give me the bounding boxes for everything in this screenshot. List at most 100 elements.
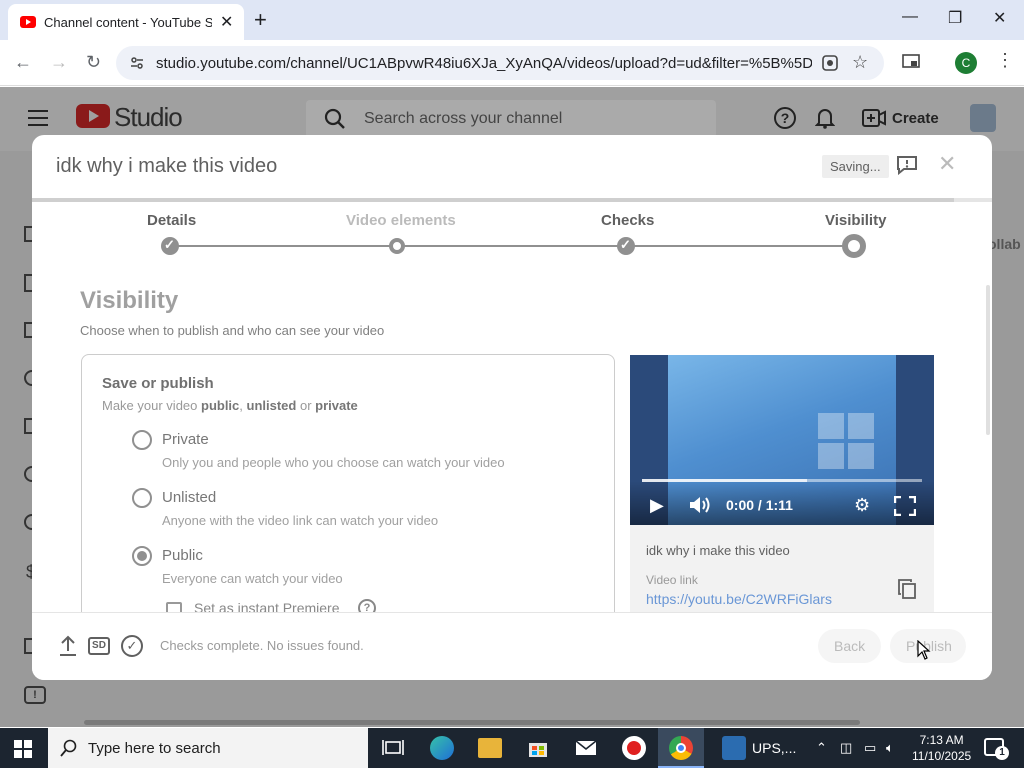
screen-recorder-icon[interactable] — [622, 736, 646, 760]
close-dialog-icon[interactable]: ✕ — [938, 151, 956, 177]
ups-app-icon[interactable] — [722, 736, 746, 760]
task-view-icon[interactable] — [381, 736, 405, 760]
ups-app-label[interactable]: UPS,... — [752, 740, 796, 756]
step-video-elements-dot[interactable] — [389, 238, 405, 254]
private-description: Only you and people who you choose can w… — [162, 455, 505, 470]
microsoft-store-icon[interactable] — [526, 736, 550, 760]
visibility-subtitle: Choose when to publish and who can see y… — [80, 323, 385, 338]
save-or-publish-card: Save or publish Make your video public, … — [81, 354, 615, 644]
step-checks-label[interactable]: Checks — [601, 212, 654, 229]
windows-start-icon[interactable] — [14, 740, 32, 758]
step-visibility-dot[interactable] — [842, 234, 866, 258]
public-label[interactable]: Public — [162, 547, 203, 564]
hamburger-menu-icon[interactable] — [28, 110, 48, 126]
mail-icon[interactable] — [574, 736, 598, 760]
forward-arrow-icon[interactable]: → — [50, 52, 68, 73]
player-time: 0:00 / 1:11 — [726, 497, 793, 513]
player-scrubber[interactable] — [642, 479, 922, 482]
back-arrow-icon[interactable]: ← — [14, 52, 32, 73]
reload-icon[interactable]: ↻ — [86, 52, 101, 73]
sd-quality-icon[interactable]: SD — [88, 637, 110, 655]
checks-status-text: Checks complete. No issues found. — [160, 638, 364, 653]
cast-icon[interactable] — [902, 54, 920, 70]
unlisted-description: Anyone with the video link can watch you… — [162, 513, 439, 528]
volume-icon[interactable] — [688, 495, 712, 515]
player-scrubber-played — [642, 479, 808, 482]
file-explorer-icon[interactable] — [478, 738, 502, 758]
channel-avatar[interactable] — [970, 104, 996, 132]
minimize-icon[interactable]: — — [902, 8, 918, 26]
upload-progress-fill — [32, 198, 954, 202]
url-text: studio.youtube.com/channel/UC1ABpvwR48iu… — [156, 55, 812, 72]
tray-overflow-icon[interactable]: ⌃ — [816, 740, 827, 756]
visibility-heading: Visibility — [80, 287, 179, 314]
youtube-logo-icon[interactable] — [76, 104, 110, 128]
save-or-publish-title: Save or publish — [102, 375, 214, 392]
unlisted-label[interactable]: Unlisted — [162, 489, 216, 506]
checks-complete-icon[interactable]: ✓ — [121, 635, 143, 657]
private-radio[interactable] — [132, 430, 152, 450]
public-description: Everyone can watch your video — [162, 571, 343, 586]
back-button[interactable]: Back — [818, 629, 882, 663]
notifications-bell-icon[interactable] — [815, 107, 835, 129]
edge-browser-icon[interactable] — [430, 736, 454, 760]
network-icon[interactable]: ▭ — [864, 740, 876, 756]
taskbar-search-placeholder: Type here to search — [88, 740, 221, 757]
play-icon[interactable]: ▶ — [650, 495, 664, 516]
browser-tab-bar: Channel content - YouTube Studio ✕ + — ❐… — [0, 0, 1024, 40]
mouse-cursor-icon — [917, 640, 931, 660]
step-checks-check-icon[interactable] — [617, 237, 635, 255]
video-preview-player[interactable]: ▶ 0:00 / 1:11 ⚙ — [630, 355, 934, 525]
step-details-check-icon[interactable] — [161, 237, 179, 255]
clock-date: 11/10/2025 — [912, 749, 972, 763]
windows-taskbar: Type here to search UPS,... ⌃ ◫ ▭ 🔈︎ 7:1… — [0, 728, 1024, 768]
address-bar[interactable]: studio.youtube.com/channel/UC1ABpvwR48iu… — [116, 46, 884, 80]
new-tab-button[interactable]: + — [254, 7, 267, 33]
taskbar-search-box[interactable]: Type here to search — [48, 728, 368, 768]
saving-status: Saving... — [822, 155, 889, 178]
tray-app-icon[interactable]: ◫ — [840, 740, 852, 756]
bookmark-star-icon[interactable]: ☆ — [852, 52, 868, 73]
youtube-favicon-icon — [20, 16, 36, 28]
create-button[interactable]: Create — [892, 110, 939, 127]
step-details-label[interactable]: Details — [147, 212, 196, 229]
tab-title: Channel content - YouTube Studio — [44, 15, 212, 30]
upload-progress-bar — [32, 198, 992, 202]
unlisted-radio[interactable] — [132, 488, 152, 508]
private-label[interactable]: Private — [162, 431, 209, 448]
dialog-scrollbar[interactable] — [986, 285, 990, 435]
feedback-icon[interactable] — [896, 155, 918, 175]
lens-icon[interactable] — [822, 55, 838, 71]
profile-avatar[interactable]: C — [955, 52, 977, 74]
notifications-center-icon[interactable]: 1 — [984, 738, 1009, 760]
volume-tray-icon[interactable]: 🔈︎ — [886, 740, 894, 756]
site-info-icon[interactable] — [130, 56, 144, 70]
upload-status-icon[interactable] — [58, 635, 78, 657]
settings-gear-icon[interactable]: ⚙ — [854, 495, 870, 516]
dialog-footer: SD ✓ Checks complete. No issues found. B… — [32, 612, 992, 680]
page-horizontal-scrollbar[interactable] — [84, 720, 860, 725]
copy-link-icon[interactable] — [898, 579, 916, 599]
taskbar-clock[interactable]: 7:13 AM 11/10/2025 — [912, 732, 971, 764]
fullscreen-icon[interactable] — [894, 496, 916, 516]
browser-tab[interactable]: Channel content - YouTube Studio ✕ — [8, 4, 244, 40]
taskbar-search-icon — [60, 739, 77, 757]
video-link[interactable]: https://youtu.be/C2WRFiGlars — [646, 591, 832, 607]
public-radio[interactable] — [132, 546, 152, 566]
chrome-icon — [669, 736, 693, 760]
step-video-elements-label[interactable]: Video elements — [346, 212, 456, 229]
studio-search-placeholder: Search across your channel — [364, 110, 563, 127]
close-tab-icon[interactable]: ✕ — [220, 12, 233, 32]
close-window-icon[interactable]: ✕ — [993, 8, 1006, 28]
restore-icon[interactable]: ❐ — [948, 8, 962, 28]
more-menu-icon[interactable]: ⋮ — [996, 50, 1014, 71]
step-visibility-label[interactable]: Visibility — [825, 212, 886, 229]
windows-logo-in-preview — [818, 413, 874, 469]
help-circle-icon[interactable]: ? — [774, 107, 796, 129]
chrome-taskbar-button[interactable] — [658, 728, 704, 768]
preview-video-title: idk why i make this video — [646, 543, 790, 558]
browser-toolbar: ← → ↻ studio.youtube.com/channel/UC1ABpv… — [0, 40, 1024, 86]
create-video-icon[interactable] — [862, 108, 886, 128]
sidebar-feedback-icon[interactable]: ! — [24, 686, 46, 704]
stepper-line — [170, 245, 854, 247]
